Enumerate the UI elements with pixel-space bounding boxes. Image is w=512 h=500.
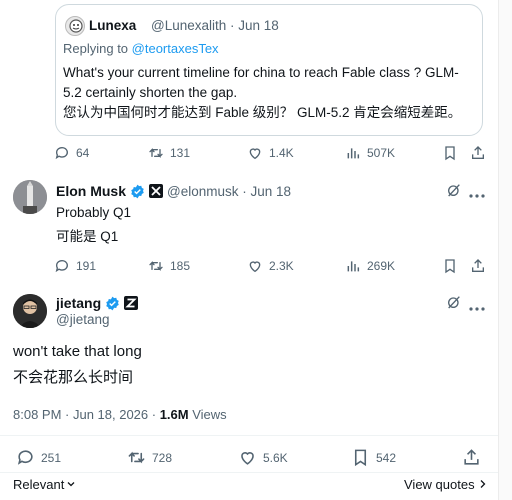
views-total: 1.6M: [159, 407, 189, 422]
repost-icon: [127, 448, 146, 467]
like-button[interactable]: 1.4K: [247, 145, 294, 161]
like-count: 5.6K: [263, 450, 288, 465]
jietang-avatar[interactable]: [13, 294, 47, 328]
like-icon: [238, 448, 257, 467]
bookmark-button[interactable]: 542: [351, 448, 396, 467]
z-logo-icon: [124, 296, 139, 310]
main-text-zh: 不会花那么长时间: [13, 369, 134, 386]
repost-icon: [148, 258, 164, 274]
repost-count: 131: [170, 146, 191, 160]
elon-tweet-text: Probably Q1 可能是 Q1: [56, 203, 131, 247]
elon-avatar[interactable]: [13, 180, 47, 214]
elon-text-zh: 可能是 Q1: [56, 229, 119, 244]
reply-icon: [16, 448, 35, 467]
quoted-action-bar: 64 131 1.4K 507K: [0, 145, 512, 169]
quoted-text-en: What's your current timeline for china t…: [63, 65, 459, 100]
reply-icon: [54, 145, 70, 161]
more-icon[interactable]: [469, 186, 485, 204]
x-logo-icon: [149, 184, 164, 198]
bookmark-icon: [351, 448, 370, 467]
elon-header: Elon Musk @elonmusk · Jun 18: [56, 183, 291, 199]
reply-count: 64: [76, 146, 90, 160]
chevron-down-icon: [66, 477, 76, 492]
timestamp[interactable]: 8:08 PM · Jun 18, 2026 ·: [13, 407, 160, 422]
views-icon: [345, 145, 361, 161]
divider-bottom: [0, 472, 498, 473]
views-label: Views: [188, 407, 227, 422]
like-button[interactable]: 5.6K: [238, 448, 288, 467]
share-icon: [462, 448, 481, 467]
reply-button[interactable]: 64: [54, 145, 89, 161]
like-icon: [247, 258, 263, 274]
like-count: 2.3K: [269, 259, 294, 273]
views-button[interactable]: 507K: [345, 145, 395, 161]
like-icon: [247, 145, 263, 161]
reply-button[interactable]: 251: [16, 448, 61, 467]
repost-button[interactable]: 728: [127, 448, 172, 467]
grok-icon[interactable]: [446, 182, 462, 203]
quoted-text-zh: 您认为中国何时才能达到 Fable 级别？ GLM-5.2 肯定会缩短差距。: [63, 105, 462, 120]
view-quotes-link[interactable]: View quotes: [404, 477, 487, 492]
views-button[interactable]: 269K: [345, 258, 395, 274]
relevant-label: Relevant: [13, 477, 65, 492]
replying-to-line: Replying to @teortaxesTex: [63, 41, 219, 56]
jietang-handle[interactable]: @jietang: [56, 312, 110, 327]
scrollbar[interactable]: [498, 0, 512, 500]
more-icon[interactable]: [469, 299, 485, 317]
replying-handle-link[interactable]: @teortaxesTex: [132, 41, 219, 56]
reply-count: 251: [41, 450, 62, 465]
main-action-bar: 251 728 5.6K 542: [0, 448, 512, 472]
reply-icon: [54, 258, 70, 274]
elon-handle-date[interactable]: @elonmusk · Jun 18: [167, 184, 291, 199]
relevant-sort-dropdown[interactable]: Relevant: [13, 477, 76, 492]
bookmark-button[interactable]: [442, 145, 458, 161]
quoted-tweet-card[interactable]: Lunexa @Lunexalith · Jun 18 Replying to …: [55, 4, 483, 136]
reply-count: 191: [76, 259, 97, 273]
elon-name[interactable]: Elon Musk: [56, 183, 126, 199]
like-button[interactable]: 2.3K: [247, 258, 294, 274]
repost-button[interactable]: 131: [148, 145, 190, 161]
elon-text-en: Probably Q1: [56, 205, 132, 220]
views-count: 507K: [367, 146, 396, 160]
verified-icon: [105, 296, 120, 311]
share-button[interactable]: [462, 448, 481, 467]
main-text-en: won't take that long: [13, 343, 142, 360]
repost-count: 728: [152, 450, 173, 465]
view-quotes-label: View quotes: [404, 477, 475, 492]
reply-action-bar: 191 185 2.3K 269K: [0, 258, 512, 282]
chevron-right-icon: [479, 477, 487, 492]
reply-button[interactable]: 191: [54, 258, 96, 274]
grok-icon[interactable]: [446, 294, 462, 315]
verified-icon: [130, 184, 145, 199]
repost-icon: [148, 145, 164, 161]
quoted-author-name[interactable]: Lunexa: [89, 18, 136, 33]
jietang-name[interactable]: jietang: [56, 295, 101, 311]
main-tweet-text: won't take that long 不会花那么长时间: [13, 341, 142, 389]
divider-top: [0, 435, 498, 436]
share-icon: [470, 258, 486, 274]
repost-count: 185: [170, 259, 191, 273]
quoted-tweet-text: What's your current timeline for china t…: [63, 63, 473, 123]
views-icon: [345, 258, 361, 274]
replying-prefix: Replying to: [63, 41, 132, 56]
bookmark-icon: [442, 145, 458, 161]
bookmark-icon: [442, 258, 458, 274]
views-count: 269K: [367, 259, 396, 273]
share-icon: [470, 145, 486, 161]
timestamp-row: 8:08 PM · Jun 18, 2026 · 1.6M Views: [13, 407, 227, 422]
bookmark-button[interactable]: [442, 258, 458, 274]
like-count: 1.4K: [269, 146, 294, 160]
share-button[interactable]: [470, 258, 486, 274]
quoted-author-handle-date[interactable]: @Lunexalith · Jun 18: [151, 18, 279, 33]
bookmark-count: 542: [376, 450, 397, 465]
jietang-header: jietang: [56, 295, 139, 311]
repost-button[interactable]: 185: [148, 258, 190, 274]
lunexa-avatar[interactable]: [65, 16, 85, 36]
share-button[interactable]: [470, 145, 486, 161]
